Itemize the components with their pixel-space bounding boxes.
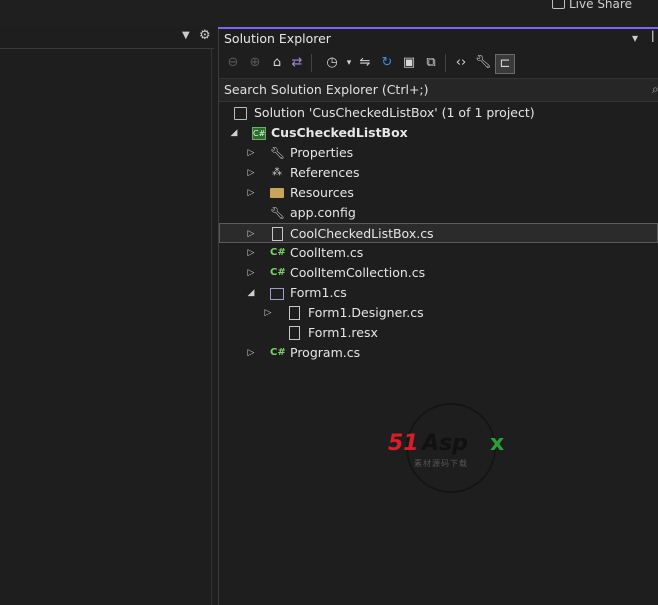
collapsed-icon[interactable]: ▷ (245, 224, 257, 244)
vs-switch-icon[interactable]: ⇄ (288, 54, 306, 72)
tree-item-solution[interactable]: Solution 'CusCheckedListBox' (1 of 1 pro… (219, 103, 658, 123)
refresh-icon[interactable]: ↻ (378, 54, 396, 72)
watermark-text: x (490, 431, 505, 456)
collapsed-icon[interactable]: ▷ (245, 263, 257, 283)
collapsed-icon[interactable]: ▷ (245, 343, 257, 363)
live-share-label: Live Share (569, 0, 632, 11)
left-panel: ▼ ⚙ (0, 27, 214, 605)
toolbar-separator (445, 54, 446, 72)
tree-item-form1[interactable]: ◢ Form1.cs (219, 283, 658, 303)
csharp-project-icon: C# (252, 127, 266, 140)
csharp-file-icon: C# (270, 267, 286, 278)
tree-item-label: Properties (290, 145, 354, 160)
tree-item-program[interactable]: ▷ C# Program.cs (219, 343, 658, 363)
top-strip: Live Share (0, 0, 658, 27)
watermark-subtext: 素材源码下载 (414, 459, 468, 468)
tree-item-label: Program.cs (290, 345, 361, 360)
config-icon: 🔧︎ (270, 206, 286, 220)
panel-title: Solution Explorer (224, 31, 331, 46)
csharp-file-icon: C# (270, 247, 286, 258)
references-icon: ⁂ (272, 167, 282, 178)
collapsed-icon[interactable]: ▷ (262, 303, 274, 323)
left-panel-header: ▼ ⚙ (0, 27, 214, 49)
solution-explorer-toolbar: ⊖ ⊕ ⌂ ⇄ ◷ ▾ ⇋ ↻ ▣ ⧉ ‹› 🔧︎ ⊏ (219, 51, 658, 77)
tree-item-label: References (290, 165, 360, 180)
tree-item-label: Solution 'CusCheckedListBox' (1 of 1 pro… (254, 105, 535, 120)
tree-item-form1-designer[interactable]: ▷ Form1.Designer.cs (219, 303, 658, 323)
forward-icon[interactable]: ⊕ (246, 54, 264, 72)
tree-item-app-config[interactable]: 🔧︎ app.config (219, 203, 658, 223)
watermark-logo: 51 Asp x 素材源码下载 (388, 403, 508, 493)
live-share-button[interactable]: Live Share (552, 0, 632, 11)
sync-icon[interactable]: ⇋ (356, 54, 374, 72)
chevron-down-icon[interactable]: ▼ (182, 30, 190, 41)
live-share-icon (552, 0, 565, 9)
tree-item-label: app.config (290, 205, 356, 220)
form-icon (270, 288, 284, 300)
collapsed-icon[interactable]: ▷ (245, 143, 257, 163)
collapse-icon[interactable]: ▣ (400, 54, 418, 72)
tree-item-label: Form1.cs (290, 285, 347, 300)
tree-item-project[interactable]: ◢ C# CusCheckedListBox (219, 123, 658, 143)
tree-item-label: CoolItemCollection.cs (290, 265, 426, 280)
toolbar-separator (311, 54, 312, 72)
code-icon[interactable]: ‹› (452, 54, 470, 72)
csharp-file-icon: C# (270, 347, 286, 358)
file-icon (289, 326, 300, 340)
component-file-icon (272, 227, 283, 241)
solution-icon (234, 107, 247, 120)
watermark-text: Asp (422, 431, 468, 456)
preview-icon[interactable]: ⊏ (495, 54, 515, 74)
collapsed-icon[interactable]: ▷ (245, 243, 257, 263)
pin-icon[interactable]: ꟾ (651, 31, 655, 45)
active-panel-accent (218, 27, 658, 29)
tree-item-form1-resx[interactable]: Form1.resx (219, 323, 658, 343)
search-icon[interactable]: ⌕ (652, 82, 658, 97)
tree-item-resources[interactable]: ▷ Resources (219, 183, 658, 203)
search-placeholder: Search Solution Explorer (Ctrl+;) (224, 82, 429, 97)
back-icon[interactable]: ⊖ (224, 54, 242, 72)
search-input[interactable]: Search Solution Explorer (Ctrl+;) ⌕ (219, 78, 658, 102)
tree-item-coolitemcollection[interactable]: ▷ C# CoolItemCollection.cs (219, 263, 658, 283)
wrench-icon: 🔧︎ (270, 146, 286, 160)
tree-item-coolitem[interactable]: ▷ C# CoolItem.cs (219, 243, 658, 263)
tree-item-references[interactable]: ▷ ⁂ References (219, 163, 658, 183)
watermark-text: 51 (388, 431, 419, 456)
gear-icon[interactable]: ⚙ (199, 28, 211, 43)
tree-item-properties[interactable]: ▷ 🔧︎ Properties (219, 143, 658, 163)
expanded-icon[interactable]: ◢ (228, 123, 240, 143)
tree-item-label: Form1.Designer.cs (308, 305, 424, 320)
splitter[interactable] (211, 48, 212, 605)
copy-icon[interactable]: ⧉ (422, 54, 440, 72)
properties-wrench-icon[interactable]: 🔧︎ (474, 54, 492, 72)
tree-item-label: Resources (290, 185, 354, 200)
tree-item-coolcheckedlistbox[interactable]: ▷ CoolCheckedListBox.cs (219, 223, 658, 243)
folder-icon (270, 188, 284, 198)
history-icon[interactable]: ◷ (323, 54, 341, 72)
collapsed-icon[interactable]: ▷ (245, 183, 257, 203)
collapsed-icon[interactable]: ▷ (245, 163, 257, 183)
file-icon (289, 306, 300, 320)
tree-item-label: Form1.resx (308, 325, 378, 340)
tree-item-label: CusCheckedListBox (271, 125, 408, 140)
expanded-icon[interactable]: ◢ (245, 283, 257, 303)
home-icon[interactable]: ⌂ (268, 54, 286, 72)
tree-item-label: CoolCheckedListBox.cs (290, 226, 434, 241)
tree-item-label: CoolItem.cs (290, 245, 364, 260)
dropdown-icon[interactable]: ▾ (632, 31, 638, 45)
